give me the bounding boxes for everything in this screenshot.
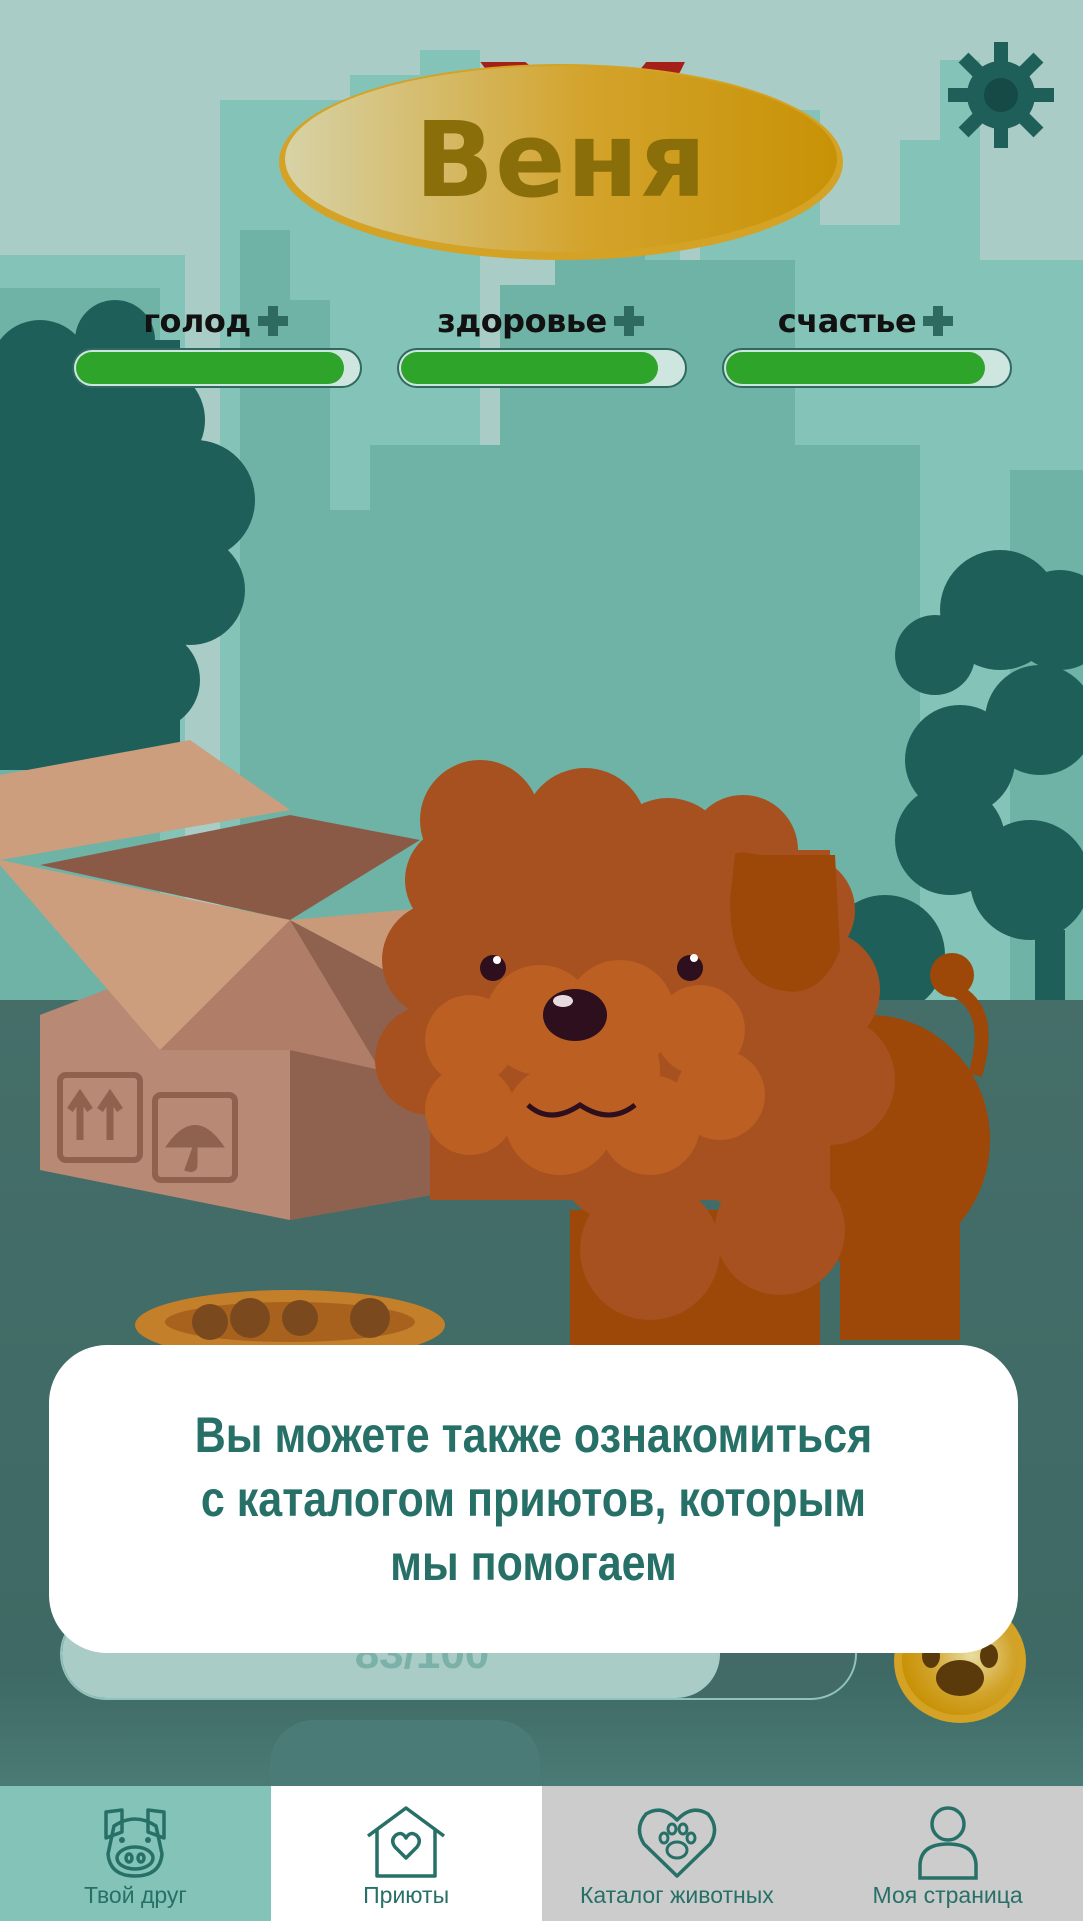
stat-hunger-bar xyxy=(72,348,362,388)
pet-face-icon xyxy=(104,1808,167,1878)
nav-label-animal-catalog: Каталог животных xyxy=(580,1882,774,1908)
add-hunger-plus-icon[interactable] xyxy=(255,303,291,339)
stat-happiness: счастье xyxy=(722,302,1012,388)
stat-happiness-label: счастье xyxy=(777,302,917,340)
nav-label-shelters: Приюты xyxy=(363,1882,450,1908)
stat-health-bar xyxy=(397,348,687,388)
settings-gear-icon[interactable] xyxy=(946,40,1056,150)
nav-item-animal-catalog[interactable]: Каталог животных xyxy=(541,1786,813,1921)
stat-happiness-fill xyxy=(726,352,986,384)
user-profile-icon xyxy=(917,1806,978,1880)
stat-health-fill xyxy=(401,352,658,384)
nav-item-your-friend[interactable]: Твой друг xyxy=(0,1786,271,1921)
nav-item-shelters[interactable]: Приюты xyxy=(270,1786,542,1921)
bottom-nav: Твой друг Приюты Каталог животных Моя ст… xyxy=(0,1786,1083,1921)
nav-item-my-page[interactable]: Моя страница xyxy=(812,1786,1083,1921)
add-happiness-plus-icon[interactable] xyxy=(920,303,956,339)
add-health-plus-icon[interactable] xyxy=(611,303,647,339)
stat-health-label: здоровье xyxy=(437,302,607,340)
stat-hunger-fill xyxy=(76,352,344,384)
stat-hunger-label: голод xyxy=(143,302,251,340)
stat-health: здоровье xyxy=(397,302,687,388)
tutorial-dialog-text: Вы можете также ознакомиться с каталогом… xyxy=(194,1407,873,1591)
nav-label-your-friend: Твой друг xyxy=(83,1882,187,1908)
shelter-house-icon xyxy=(367,1806,446,1878)
heart-paw-icon xyxy=(637,1808,717,1878)
nav-label-my-page: Моя страница xyxy=(872,1882,1023,1908)
pet-name: Веня xyxy=(414,99,708,221)
stat-happiness-bar xyxy=(722,348,1012,388)
tutorial-dialog[interactable]: Вы можете также ознакомиться с каталогом… xyxy=(49,1345,1018,1653)
stat-hunger: голод xyxy=(72,302,362,388)
